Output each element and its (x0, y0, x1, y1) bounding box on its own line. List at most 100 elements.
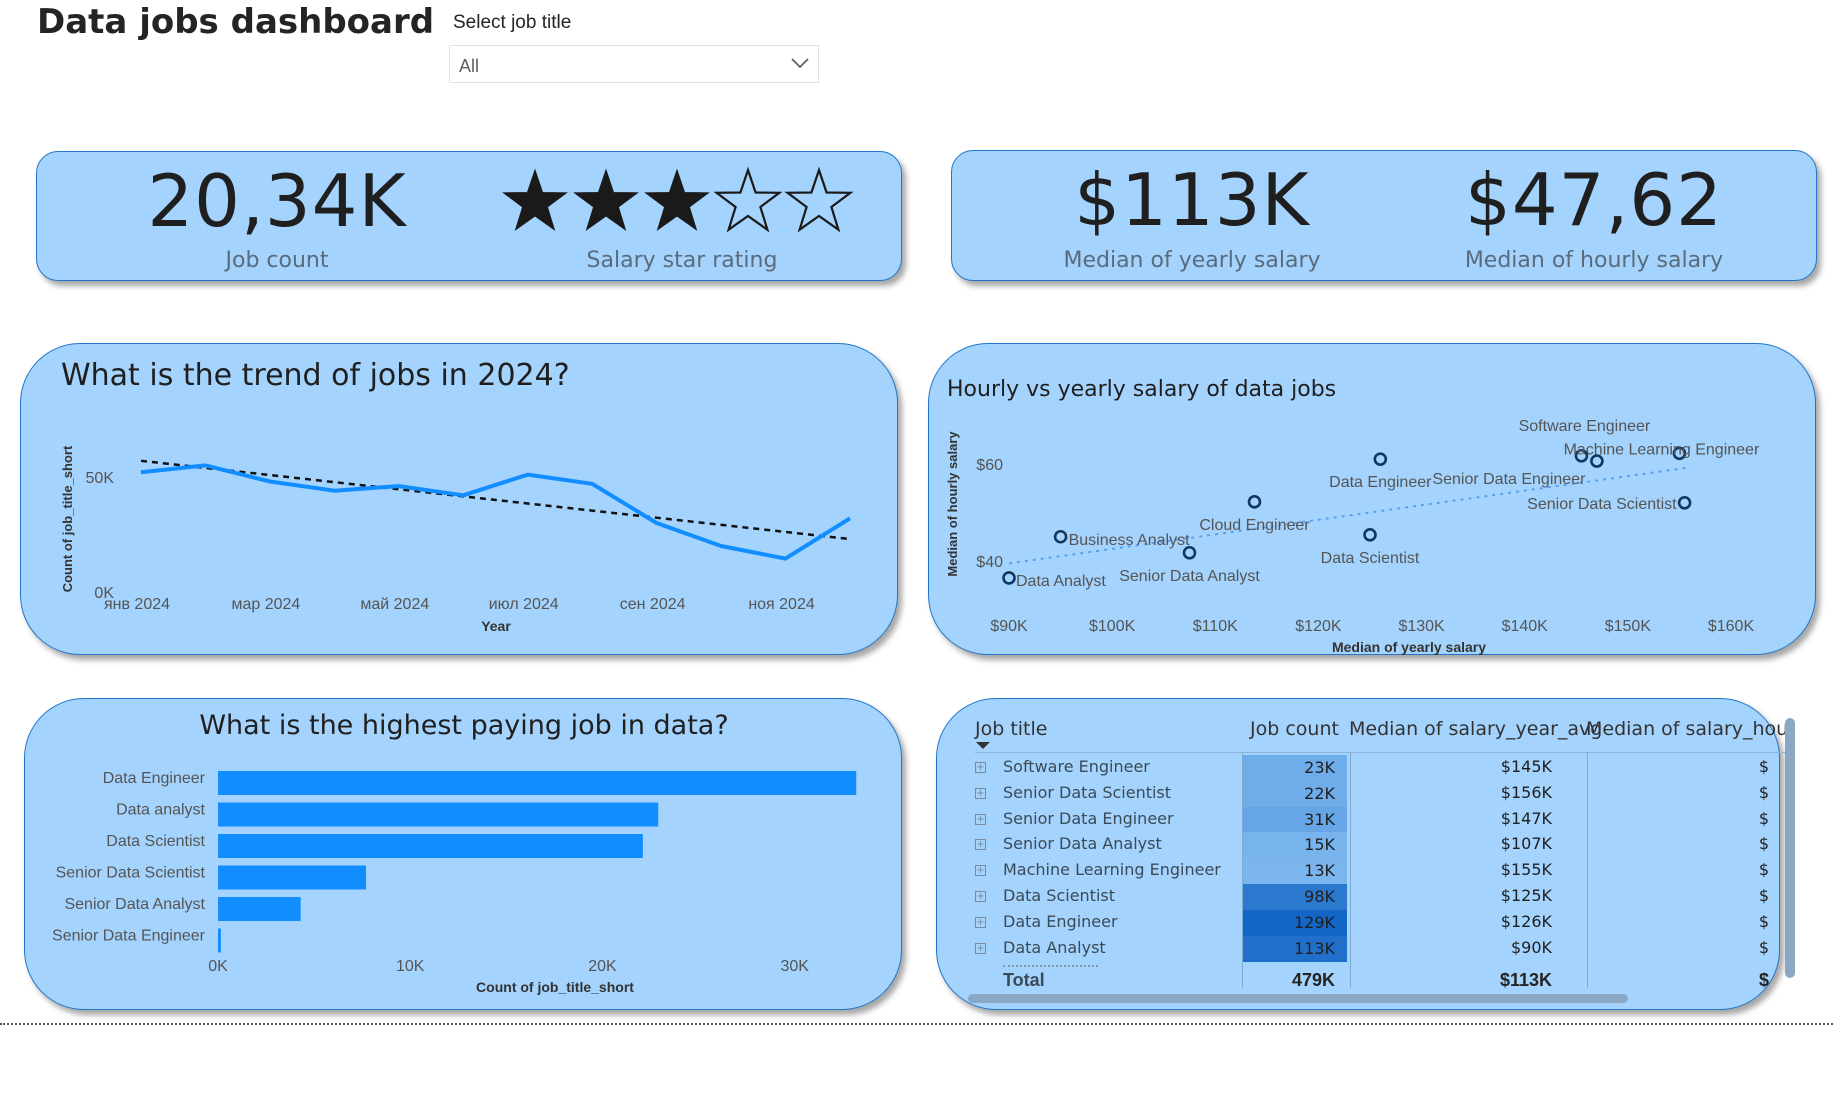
scatter-point-label: Business Analyst (1069, 532, 1191, 549)
x-tick-label: $110K (1193, 618, 1238, 635)
star-rating (502, 160, 862, 240)
scatter-point (1182, 545, 1197, 560)
table-row[interactable]: + Senior Data Analyst 15K $107K $ (975, 832, 1795, 860)
scatter-point-label: Data Scientist (1321, 550, 1420, 567)
table-row[interactable]: + Machine Learning Engineer 13K $155K $ (975, 858, 1795, 886)
table-row[interactable]: + Data Scientist 98K $125K $ (975, 884, 1795, 912)
expand-icon[interactable]: + (975, 865, 986, 877)
median-hourly-cell: $ (1758, 834, 1769, 854)
median-hourly-label: Median of hourly salary (1464, 248, 1724, 273)
table-header-median-year[interactable]: Median of salary_year_avg (1349, 718, 1602, 740)
trend-line-chart: 0K50Kянв 2024 мар 2024 май 2024 июл 2024 сен… (60, 445, 852, 634)
bar-category-label: Data Engineer (103, 770, 206, 787)
job-count-cell: 23K (1243, 755, 1347, 781)
trend-chart-card: What is the trend of jobs in 2024? 0K 50K… (20, 343, 898, 655)
median-salary-cell: $156K (1500, 782, 1552, 802)
bar (218, 928, 221, 953)
star-filled-icon (502, 168, 568, 231)
median-salary-cell: $90K (1510, 937, 1552, 957)
expand-icon[interactable]: + (975, 942, 986, 954)
median-yearly-value: $113K (1074, 158, 1310, 242)
median-salary-cell: $126K (1500, 911, 1552, 931)
total-hour: $ (1758, 970, 1769, 990)
job-count-series-line (140, 463, 852, 561)
median-hourly-cell: $ (1758, 782, 1769, 802)
table-header-median-hour[interactable]: Median of salary_hour_a (1586, 718, 1786, 740)
median-hourly-cell: $ (1758, 937, 1769, 957)
median-yearly-label: Median of yearly salary (1063, 248, 1321, 273)
median-hourly-cell: $ (1758, 886, 1769, 905)
bar-category-label: Senior Data Engineer (52, 928, 206, 945)
sort-desc-icon (976, 742, 990, 749)
slicer-value: All (459, 56, 480, 76)
vertical-scrollbar[interactable] (1785, 718, 1795, 978)
trend-line (140, 459, 851, 541)
table-row[interactable]: + Senior Data Scientist 22K $156K $ (975, 780, 1795, 809)
scatter-point-label: Senior Data Engineer (1432, 471, 1586, 488)
median-hourly-value: $47,62 (1465, 158, 1723, 242)
scatter-point-label: Software Engineer (1519, 418, 1651, 435)
x-tick-label: сен 2024 (620, 596, 686, 613)
median-salary-cell: $125K (1500, 886, 1552, 905)
x-tick-label: 0K (208, 958, 228, 975)
star-filled-icon (644, 168, 710, 231)
expand-icon[interactable]: + (975, 813, 986, 825)
job-count-cell: 129K (1243, 909, 1347, 936)
x-tick-label: $100K (1089, 618, 1136, 635)
job-title-cell: Data Scientist (1003, 886, 1115, 905)
expand-icon[interactable]: + (975, 839, 986, 851)
bar-chart-card: What is the highest paying job in data? … (24, 698, 902, 1010)
highest-paying-bar-chart: Data Engineer Data analyst Data Scientist S… (52, 770, 857, 995)
x-tick-label: мар 2024 (231, 596, 300, 613)
scatter-point (1053, 529, 1068, 544)
job-title-slicer[interactable]: All (449, 45, 819, 83)
median-salary-cell: $155K (1500, 860, 1552, 880)
star-rating-label: Salary star rating (586, 248, 778, 273)
x-axis-title: Year (481, 618, 511, 634)
table-header-divider (975, 752, 1795, 753)
expand-icon[interactable]: + (975, 787, 986, 799)
table-header-job-title[interactable]: Job title (975, 718, 1047, 740)
star-filled-icon (573, 168, 639, 231)
x-tick-label: июл 2024 (489, 596, 559, 613)
scatter-point-label: Machine Learning Engineer (1564, 441, 1760, 458)
median-salary-cell: $147K (1500, 808, 1552, 828)
y-tick-label: $60 (976, 457, 1003, 474)
table-row[interactable]: + Software Engineer 23K $145K $ (975, 755, 1795, 783)
table-row[interactable]: + Senior Data Engineer 31K $147K $ (975, 806, 1795, 835)
median-hourly-cell: $ (1758, 860, 1769, 880)
x-axis-title: Median of yearly salary (1332, 639, 1486, 655)
scatter-point-label: Senior Data Analyst (1119, 568, 1260, 585)
table-header-job-count[interactable]: Job count (1250, 718, 1339, 740)
median-hourly-cell: $ (1758, 911, 1769, 931)
table-row[interactable]: + Data Engineer 129K $126K $ (975, 909, 1795, 938)
expand-icon[interactable]: + (975, 762, 986, 773)
job-count-cell: 98K (1243, 884, 1347, 910)
total-row: Total 479K $113K $ (975, 970, 1795, 996)
bar (218, 897, 301, 921)
median-salary-cell: $145K (1500, 757, 1552, 776)
horizontal-scrollbar[interactable] (968, 994, 1628, 1003)
scatter-point (1363, 528, 1377, 542)
scatter-point (1002, 571, 1016, 585)
salary-scatter-chart: $90K $100K $110K $120K $130K $140K $150K $160K $… (945, 418, 1760, 655)
x-tick-label: $120K (1295, 618, 1342, 635)
scatter-point (1677, 496, 1692, 510)
x-tick-label: $130K (1398, 618, 1445, 635)
expand-icon[interactable]: + (975, 916, 986, 928)
x-tick-label: май 2024 (360, 596, 429, 613)
y-axis-title: Count of job_title_short (60, 445, 75, 592)
scatter-point (1373, 452, 1388, 466)
job-title-cell: Data Analyst (1003, 937, 1106, 957)
job-count-label: Job count (225, 248, 329, 273)
x-axis-title: Count of job_title_short (476, 979, 634, 995)
expand-icon[interactable]: + (975, 891, 986, 902)
job-count-value: 20,34K (147, 159, 407, 243)
bar-category-label: Senior Data Scientist (56, 865, 206, 882)
job-title-cell: Senior Data Analyst (1003, 834, 1162, 854)
table-row[interactable]: + Data Analyst 113K $90K $ (975, 935, 1795, 964)
page-title: Data jobs dashboard (37, 2, 435, 42)
job-count-cell: 22K (1243, 780, 1347, 807)
bar-category-label: Senior Data Analyst (64, 896, 205, 913)
slicer-label: Select job title (453, 12, 572, 33)
